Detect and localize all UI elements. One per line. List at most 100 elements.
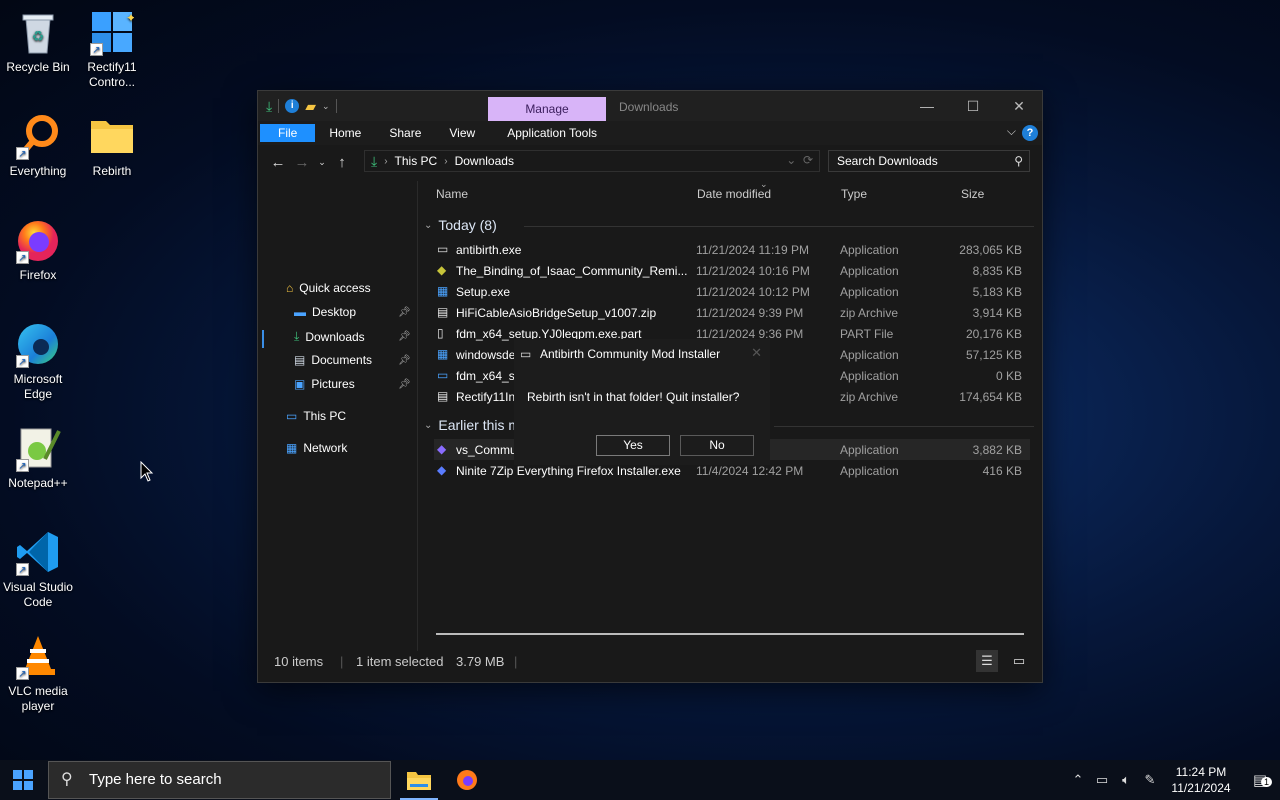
search-placeholder: Search Downloads [837,154,938,168]
maximize-button[interactable]: ☐ [950,91,996,121]
nav-documents[interactable]: ▤ Documents 📌︎ [294,353,414,367]
file-row[interactable]: ▭ antibirth.exe 11/21/2024 11:19 PM Applica… [434,239,1030,260]
desktop-icon-everything[interactable]: ↗ Everything [0,112,76,179]
nav-label: Documents [311,353,373,367]
yes-button[interactable]: Yes [596,435,670,456]
group-header-earlier[interactable]: ⌄ Earlier this m [424,417,520,433]
taskbar-firefox[interactable] [444,760,490,800]
tab-application-tools[interactable]: Application Tools [493,121,611,145]
pin-icon: 📌︎ [398,354,411,366]
shortcut-arrow-icon: ↗ [16,563,29,576]
address-row: ← → ⌄ ↑ ⤓ › This PC › Downloads ⌄ ⟳ Sear… [258,145,1042,179]
taskbar-search-placeholder: Type here to search [89,771,222,788]
file-row[interactable]: ▦ Setup.exe 11/21/2024 10:12 PM Application… [434,281,1030,302]
up-button[interactable]: ↑ [330,154,354,171]
network-status-icon[interactable]: ▭ [1090,772,1114,788]
no-button[interactable]: No [680,435,754,456]
volume-icon[interactable]: 🔈︎ [1114,772,1138,788]
help-icon[interactable]: ? [1022,125,1038,141]
nav-network[interactable]: ▦ Network [286,441,347,455]
pin-icon: 📌︎ [398,378,411,390]
window-title: Downloads [619,100,679,114]
file-row[interactable]: ▤ HiFiCableAsioBridgeSetup_v1007.zip 11/21… [434,302,1030,323]
properties-icon[interactable]: i [285,99,300,113]
desktop-icon-vscode[interactable]: ↗ Visual Studio Code [0,528,76,610]
nav-downloads[interactable]: ⤓ Downloads 📌︎ [294,329,414,344]
selection-size: 3.79 MB [456,654,505,669]
chevron-down-icon: ⌄ [424,419,433,431]
recent-locations-button[interactable]: ⌄ [314,157,330,168]
column-header-date-modified[interactable]: Date modified [697,187,771,201]
breadcrumb-downloads[interactable]: Downloads [455,154,514,168]
shortcut-arrow-icon: ↗ [16,355,29,368]
shortcut-arrow-icon: ↗ [90,43,103,56]
taskbar-file-explorer[interactable] [396,760,442,800]
file-name: Ninite 7Zip Everything Firefox Installer… [456,464,681,478]
new-folder-icon[interactable]: ▰ [305,98,316,115]
address-bar[interactable]: ⤓ › This PC › Downloads ⌄ ⟳ [364,150,820,172]
desktop-icon-edge[interactable]: ↗ Microsoft Edge [0,320,76,402]
close-button[interactable]: ✕ [996,91,1042,121]
manage-tab[interactable]: Manage [488,97,606,121]
forward-button[interactable]: → [290,154,314,171]
desktop-icon-label: Everything [9,164,67,178]
clock-date: 11/21/2024 [1171,781,1231,795]
desktop-icon-notepad-plus-plus[interactable]: ↗ Notepad++ [0,424,76,491]
tab-home[interactable]: Home [315,121,375,145]
tab-view[interactable]: View [435,121,489,145]
file-name: Rectify11In [456,390,516,404]
chevron-down-icon: ⌄ [424,219,433,231]
file-type: zip Archive [840,390,899,404]
title-bar[interactable]: ⤓ i ▰ ⌄ Manage Downloads — ☐ ✕ [258,91,1042,121]
installer-dialog[interactable]: ▭ Antibirth Community Mod Installer ✕ Re… [514,339,770,465]
desktop-icon-firefox[interactable]: ↗ Firefox [0,216,76,283]
folder-icon [88,112,136,160]
expand-ribbon-icon[interactable]: ⌵ [1007,124,1016,139]
show-hidden-icons-icon[interactable]: ⌃ [1066,772,1090,788]
nav-quick-access[interactable]: ⌂ Quick access [286,281,371,295]
home-icon: ⌂ [286,281,294,295]
group-header-today[interactable]: ⌄ Today (8) [424,217,497,233]
pin-icon: 📌︎ [398,306,411,318]
file-type: PART File [840,327,894,341]
desktop-icon-label: Recycle Bin [6,60,70,74]
tab-file[interactable]: File [260,124,316,142]
customize-qat-icon[interactable]: ⌄ [322,101,330,112]
refresh-icon[interactable]: ⌄ ⟳ [786,153,813,167]
desktop-icon-recycle-bin[interactable]: ♻ Recycle Bin [0,8,76,75]
nav-pictures[interactable]: ▣ Pictures 📌︎ [294,377,414,391]
minimize-button[interactable]: — [904,91,950,121]
file-size: 5,183 KB [972,285,1022,299]
nav-desktop[interactable]: ▬ Desktop 📌︎ [294,305,414,319]
file-explorer-icon [407,772,431,790]
file-row[interactable]: ◆ The_Binding_of_Isaac_Community_Remi... 1… [434,260,1030,281]
clock[interactable]: 11:24 PM 11/21/2024 [1162,764,1240,796]
file-type: Application [840,369,899,383]
start-button[interactable] [0,760,46,800]
column-header-name[interactable]: Name [436,187,468,201]
column-header-size[interactable]: Size [961,187,984,201]
desktop-icon-label: Rebirth [92,164,132,178]
desktop-icon-rectify11[interactable]: ✦ ↗ Rectify11 Contro... [74,8,150,90]
notification-center-icon[interactable]: ▤ 1 [1240,771,1280,789]
column-header-type[interactable]: Type [841,187,867,201]
horizontal-scrollbar[interactable] [436,633,1024,635]
search-input[interactable]: Search Downloads ⚲ [828,150,1030,172]
pen-icon[interactable]: ✎ [1138,772,1162,788]
back-button[interactable]: ← [266,154,290,171]
downloads-icon: ⤓ [294,329,300,343]
dialog-close-button[interactable]: ✕ [751,345,762,361]
desktop-icon-vlc[interactable]: ↗ VLC media player [0,632,76,714]
desktop-icon-rebirth-folder[interactable]: Rebirth [74,112,150,179]
taskbar-search-box[interactable]: ⚲ Type here to search [48,761,391,799]
notepad-plus-plus-icon: ↗ [14,424,62,472]
details-view-icon[interactable]: ☰ [976,650,998,672]
breadcrumb-this-pc[interactable]: This PC [395,154,438,168]
notification-badge: 1 [1260,777,1272,787]
nav-label: Quick access [299,281,371,295]
nav-this-pc[interactable]: ▭ This PC [286,409,346,423]
large-icons-view-icon[interactable]: ▭ [1008,650,1030,672]
file-type: Application [840,243,899,257]
tab-share[interactable]: Share [375,121,435,145]
file-size: 416 KB [982,464,1022,478]
